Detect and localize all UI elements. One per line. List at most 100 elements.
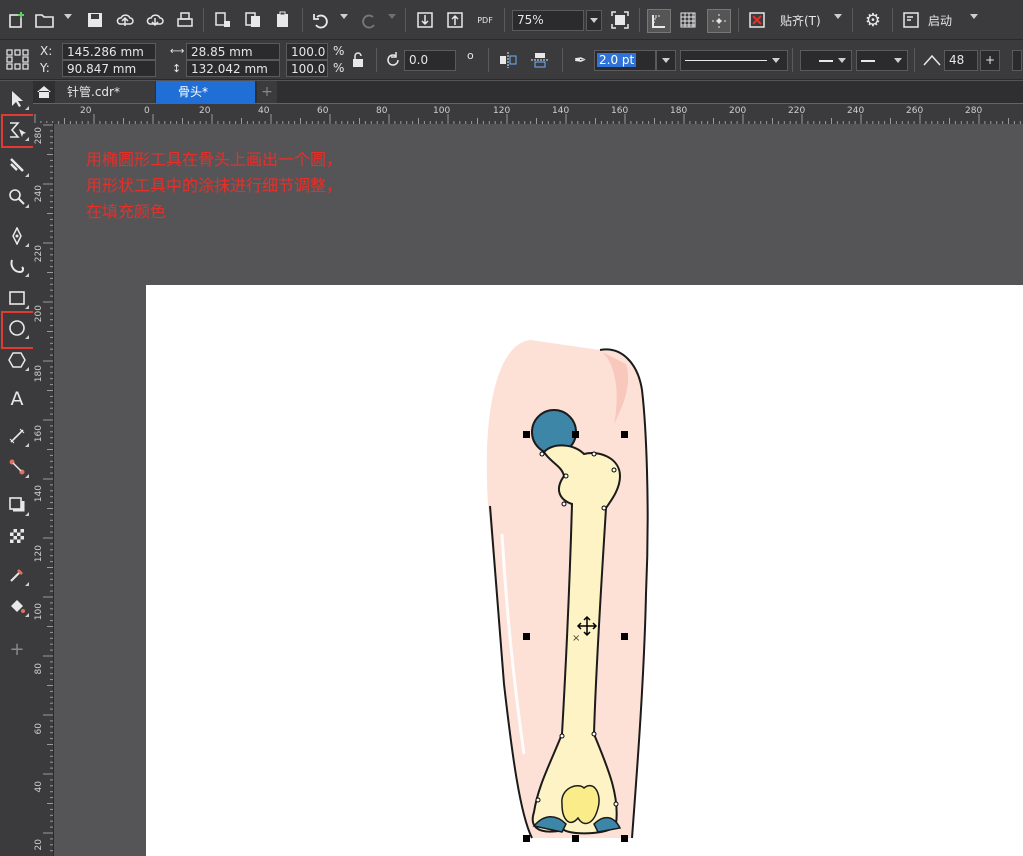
width-icon: ⟷	[170, 46, 185, 57]
connector-tool-icon[interactable]	[4, 454, 30, 480]
cloud-download-icon[interactable]	[144, 9, 166, 31]
rulers-toggle-icon[interactable]	[647, 9, 671, 33]
pdf-export-button[interactable]: PDF	[474, 9, 496, 31]
print-icon[interactable]	[174, 9, 196, 31]
snap-to-label[interactable]: 贴齐(T)	[780, 12, 821, 29]
guidelines-toggle-icon[interactable]	[707, 9, 731, 33]
height-field[interactable]: 132.042 mm	[186, 60, 280, 77]
ruler-label: 80	[376, 106, 388, 116]
open-folder-icon[interactable]	[34, 9, 56, 31]
snap-dropdown-icon[interactable]	[834, 14, 842, 19]
new-tab-icon[interactable]: +	[257, 81, 277, 103]
rotation-value: 0.0	[409, 53, 429, 67]
rotation-icon	[384, 51, 402, 72]
x-label: X:	[40, 44, 53, 58]
tab-label: 骨头*	[178, 85, 209, 99]
ruler-label: 240	[34, 185, 44, 203]
scale-x-field[interactable]: 100.0	[286, 43, 328, 60]
open-dropdown-icon[interactable]	[64, 14, 72, 19]
launch-label[interactable]: 启动	[928, 12, 952, 29]
selection-handle	[621, 835, 628, 842]
selection-handle	[621, 633, 628, 640]
ruler-label: 0	[144, 106, 150, 116]
standard-toolbar: PDF 75% 贴齐(T) ⚙ 启动	[0, 0, 1023, 40]
undo-dropdown-icon[interactable]	[340, 14, 348, 19]
freehand-tool-icon[interactable]	[4, 223, 30, 249]
selection-handle	[572, 431, 579, 438]
interactive-fill-tool-icon[interactable]	[4, 593, 30, 619]
end-arrowhead-dropdown-icon	[894, 58, 902, 63]
outline-pen-icon[interactable]: ✒	[574, 51, 587, 69]
ruler-label: 80	[34, 663, 44, 675]
launch-dropdown-icon[interactable]	[970, 14, 978, 19]
scale-y-percent: %	[333, 61, 345, 75]
undo-icon[interactable]	[310, 9, 332, 31]
export-icon[interactable]	[444, 9, 466, 31]
mirror-horizontal-icon[interactable]	[498, 51, 518, 72]
node-point	[535, 797, 541, 803]
vertical-ruler[interactable]: 280 240 220 200 180 160 140 120 100 80 6…	[33, 123, 54, 856]
paste-page-icon[interactable]	[272, 9, 294, 31]
horizontal-ruler[interactable]: 20 0 20 40 60 80 100 120 140 160 180 200…	[33, 103, 1023, 125]
miter-stepper-icon[interactable]: +	[980, 50, 1000, 71]
ruler-label: 100	[433, 106, 451, 116]
import-page-icon[interactable]	[212, 9, 234, 31]
bone-illustration[interactable]: ×	[54, 124, 1023, 856]
overflow-button[interactable]	[1012, 50, 1022, 71]
zoom-tool-icon[interactable]	[4, 184, 30, 210]
scale-y-field[interactable]: 100.0	[286, 60, 328, 77]
tab-needle-cdr[interactable]: 针管.cdr*	[55, 81, 155, 103]
selection-handle	[572, 835, 579, 842]
redo-icon[interactable]	[358, 9, 380, 31]
rotation-field[interactable]: 0.0	[404, 50, 456, 71]
node-point	[601, 505, 607, 511]
text-tool-icon[interactable]: A	[4, 386, 30, 412]
redo-dropdown-icon[interactable]	[388, 14, 396, 19]
width-value: 28.85 mm	[191, 45, 253, 59]
node-point	[591, 451, 597, 457]
parallel-dimension-tool-icon[interactable]	[4, 423, 30, 449]
crop-tool-icon[interactable]	[4, 153, 30, 179]
options-gear-icon[interactable]: ⚙	[862, 9, 884, 31]
ruler-label: 120	[34, 545, 44, 563]
line-style-dropdown-icon	[772, 58, 780, 63]
mirror-vertical-icon[interactable]	[530, 51, 550, 72]
copy-page-icon[interactable]	[242, 9, 264, 31]
polygon-tool-icon[interactable]	[4, 347, 30, 373]
drop-shadow-tool-icon[interactable]	[4, 492, 30, 518]
home-icon[interactable]	[33, 81, 55, 103]
ruler-label: 260	[906, 106, 924, 116]
tab-bone[interactable]: 骨头*	[156, 81, 255, 103]
y-position-field[interactable]: 90.847 mm	[62, 60, 156, 77]
height-icon: ↕	[172, 62, 182, 75]
scale-y-value: 100.0	[291, 62, 326, 76]
pick-tool-icon[interactable]	[4, 86, 30, 112]
zoom-level-field[interactable]: 75%	[512, 10, 584, 31]
lock-ratio-icon[interactable]	[351, 52, 365, 71]
width-field[interactable]: 28.85 mm	[186, 43, 280, 60]
cloud-upload-icon[interactable]	[114, 9, 136, 31]
zoom-to-page-icon[interactable]	[609, 9, 631, 31]
launch-icon[interactable]	[900, 9, 922, 31]
grid-toggle-icon[interactable]	[677, 9, 699, 31]
ruler-label: 20	[34, 839, 44, 851]
reference-point-icon[interactable]	[6, 49, 30, 74]
import-icon[interactable]	[414, 9, 436, 31]
x-position-field[interactable]: 145.286 mm	[62, 43, 156, 60]
save-icon[interactable]	[84, 9, 106, 31]
artistic-media-tool-icon[interactable]	[4, 253, 30, 279]
outline-width-field[interactable]: 2.0 pt	[594, 50, 656, 71]
snap-off-icon[interactable]	[746, 9, 768, 31]
ruler-label: 180	[34, 365, 44, 383]
rectangle-tool-icon[interactable]	[4, 285, 30, 311]
drawing-canvas[interactable]: 用椭圆形工具在骨头上画出一个圆， 用形状工具中的涂抹进行细节调整， 在填充颜色	[54, 124, 1023, 856]
eyedropper-tool-icon[interactable]	[4, 562, 30, 588]
outline-width-value: 2.0 pt	[597, 53, 637, 67]
new-document-icon[interactable]	[6, 9, 28, 31]
ruler-label: 160	[34, 425, 44, 443]
miter-limit-value: 48	[949, 53, 965, 67]
miter-limit-field[interactable]: 48	[944, 50, 978, 71]
add-tool-icon[interactable]: +	[4, 636, 30, 662]
transparency-tool-icon[interactable]	[4, 523, 30, 549]
miter-limit-icon	[922, 51, 942, 72]
